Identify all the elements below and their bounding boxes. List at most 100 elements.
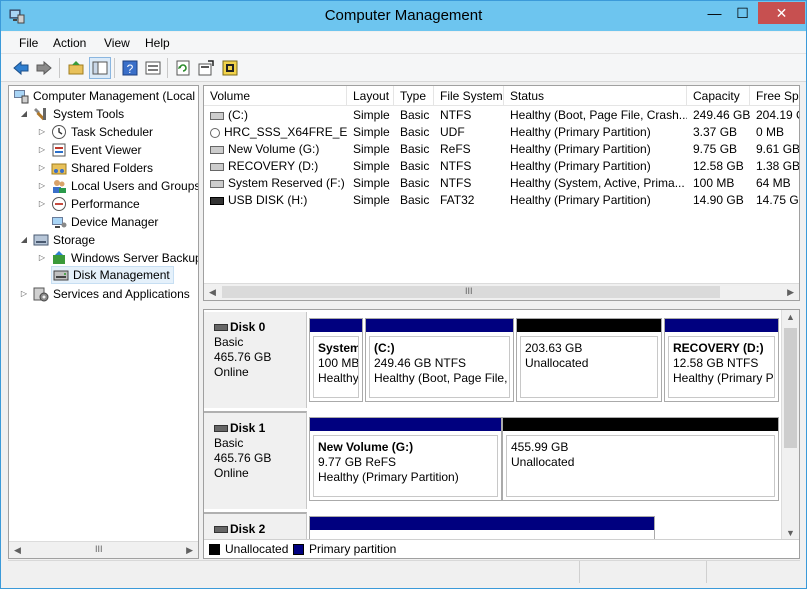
navigation-tree: Computer Management (Local ◢ System Tool… (8, 85, 199, 559)
close-button[interactable]: ✕ (758, 2, 805, 24)
export-icon[interactable] (195, 57, 217, 79)
partition-disk2[interactable] (309, 516, 655, 540)
expanded-arrow-icon[interactable]: ◢ (19, 109, 29, 119)
partition-unallocated[interactable]: 455.99 GB Unallocated (502, 417, 779, 501)
title-bar[interactable]: Computer Management — ☐ ✕ (1, 1, 806, 31)
maximize-button[interactable]: ☐ (729, 2, 756, 24)
tree-item-computer-management[interactable]: Computer Management (Local (13, 87, 195, 105)
tree-item-services-applications[interactable]: ▷ Services and Applications (19, 285, 190, 303)
volume-list-horizontal-scrollbar[interactable]: ◀ III ▶ (204, 283, 799, 300)
scroll-thumb-grip[interactable]: III (95, 544, 103, 554)
properties-icon[interactable] (142, 57, 164, 79)
scroll-right-icon[interactable]: ▶ (787, 287, 794, 298)
tree-item-task-scheduler[interactable]: ▷ Task Scheduler (37, 123, 153, 141)
partition-new-volume-g[interactable]: New Volume (G:) 9.77 GB ReFS Healthy (Pr… (309, 417, 502, 501)
scroll-left-icon[interactable]: ◀ (209, 287, 216, 298)
column-capacity[interactable]: Capacity (687, 86, 750, 106)
scroll-right-icon[interactable]: ▶ (186, 545, 193, 556)
column-layout[interactable]: Layout (347, 86, 394, 106)
tree-item-label: Services and Applications (53, 287, 190, 301)
tree-item-storage[interactable]: ◢ Storage (19, 231, 95, 249)
column-free-space[interactable]: Free Spa (750, 86, 799, 106)
layout-cell: Simple (353, 108, 390, 122)
scroll-down-icon[interactable]: ▼ (786, 528, 795, 538)
help-icon[interactable]: ? (119, 57, 141, 79)
disk-management-icon (53, 267, 69, 283)
scroll-thumb-grip[interactable]: III (465, 286, 473, 296)
free-space-cell: 0 MB (756, 125, 785, 139)
type-cell: Basic (400, 176, 430, 190)
free-space-cell: 64 MB (756, 176, 791, 190)
column-volume[interactable]: Volume (204, 86, 347, 106)
tree-item-windows-server-backup[interactable]: ▷ Windows Server Backup (37, 249, 198, 267)
tree-horizontal-scrollbar[interactable]: ◀ III ▶ (9, 541, 198, 558)
collapsed-arrow-icon[interactable]: ▷ (19, 289, 29, 299)
tree-item-local-users-groups[interactable]: ▷ Local Users and Groups (37, 177, 198, 195)
status-cell: Healthy (Boot, Page File, Crash... (510, 108, 687, 122)
scroll-thumb[interactable] (784, 328, 797, 448)
collapsed-arrow-icon[interactable]: ▷ (37, 253, 47, 263)
show-hide-tree-icon[interactable] (89, 57, 111, 79)
file-system-cell: NTFS (440, 108, 472, 122)
services-icon (33, 286, 49, 302)
refresh-icon[interactable] (172, 57, 194, 79)
tree-item-label: System Tools (53, 107, 125, 121)
table-row[interactable]: New Volume (G:) Simple Basic ReFS Health… (204, 140, 800, 157)
tree-item-shared-folders[interactable]: ▷ Shared Folders (37, 159, 153, 177)
column-type[interactable]: Type (394, 86, 434, 106)
event-viewer-icon (51, 142, 67, 158)
disk-icon (214, 425, 228, 433)
free-space-cell: 9.61 GB (756, 142, 800, 156)
settings-icon[interactable] (219, 57, 241, 79)
tree-item-disk-management[interactable]: Disk Management (51, 266, 174, 284)
disk-view-vertical-scrollbar[interactable]: ▲ ▼ (781, 310, 799, 540)
table-row[interactable]: RECOVERY (D:) Simple Basic NTFS Healthy … (204, 157, 799, 174)
toolbar-separator (59, 58, 60, 78)
computer-management-icon (13, 88, 29, 104)
legend-swatch (209, 543, 220, 555)
partition-system[interactable]: System 100 MB Healthy (309, 318, 363, 402)
collapsed-arrow-icon[interactable]: ▷ (37, 199, 47, 209)
type-cell: Basic (400, 108, 430, 122)
expanded-arrow-icon[interactable]: ◢ (19, 235, 29, 245)
partition-body: 203.63 GB Unallocated (520, 336, 658, 398)
disk-label[interactable]: Disk 2 (204, 512, 307, 542)
collapsed-arrow-icon[interactable]: ▷ (37, 145, 47, 155)
menu-file[interactable]: File (19, 36, 38, 50)
volume-icon (210, 145, 224, 154)
tree-item-label: Disk Management (73, 268, 170, 282)
minimize-button[interactable]: — (701, 2, 728, 24)
menu-action[interactable]: Action (53, 36, 86, 50)
collapsed-arrow-icon[interactable]: ▷ (37, 127, 47, 137)
collapsed-arrow-icon[interactable]: ▷ (37, 163, 47, 173)
column-status[interactable]: Status (504, 86, 687, 106)
up-folder-icon[interactable] (65, 57, 87, 79)
menu-help[interactable]: Help (145, 36, 170, 50)
partition-body: (C:) 249.46 GB NTFS Healthy (Boot, Page … (369, 336, 510, 398)
tree-item-device-manager[interactable]: Device Manager (51, 213, 158, 231)
column-file-system[interactable]: File System (434, 86, 504, 106)
partition-bar (310, 319, 362, 332)
collapsed-arrow-icon[interactable]: ▷ (37, 181, 47, 191)
partition-c[interactable]: (C:) 249.46 GB NTFS Healthy (Boot, Page … (365, 318, 514, 402)
tree-item-system-tools[interactable]: ◢ System Tools (19, 105, 124, 123)
table-row[interactable]: HRC_SSS_X64FRE_EN... Simple Basic UDF He… (204, 123, 799, 140)
disk-label[interactable]: Disk 1 Basic 465.76 GB Online (204, 411, 307, 509)
pane-splitter[interactable] (203, 301, 800, 309)
table-row[interactable]: USB DISK (H:) Simple Basic FAT32 Healthy… (204, 191, 799, 208)
toolbar-separator (167, 58, 168, 78)
forward-arrow-icon[interactable] (33, 57, 55, 79)
table-row[interactable]: System Reserved (F:) Simple Basic NTFS H… (204, 174, 799, 191)
tree-item-event-viewer[interactable]: ▷ Event Viewer (37, 141, 142, 159)
tree-item-performance[interactable]: ▷ Performance (37, 195, 140, 213)
scroll-left-icon[interactable]: ◀ (14, 545, 21, 556)
disk-label[interactable]: Disk 0 Basic 465.76 GB Online (204, 312, 307, 408)
volume-list: Volume Layout Type File System Status Ca… (203, 85, 800, 301)
partition-unallocated[interactable]: 203.63 GB Unallocated (516, 318, 662, 402)
scroll-up-icon[interactable]: ▲ (786, 312, 795, 322)
table-row[interactable]: (C:) Simple Basic NTFS Healthy (Boot, Pa… (204, 106, 799, 123)
partition-recovery[interactable]: RECOVERY (D:) 12.58 GB NTFS Healthy (Pri… (664, 318, 779, 402)
menu-view[interactable]: View (104, 36, 130, 50)
volume-icon (210, 111, 224, 120)
back-arrow-icon[interactable] (10, 57, 32, 79)
